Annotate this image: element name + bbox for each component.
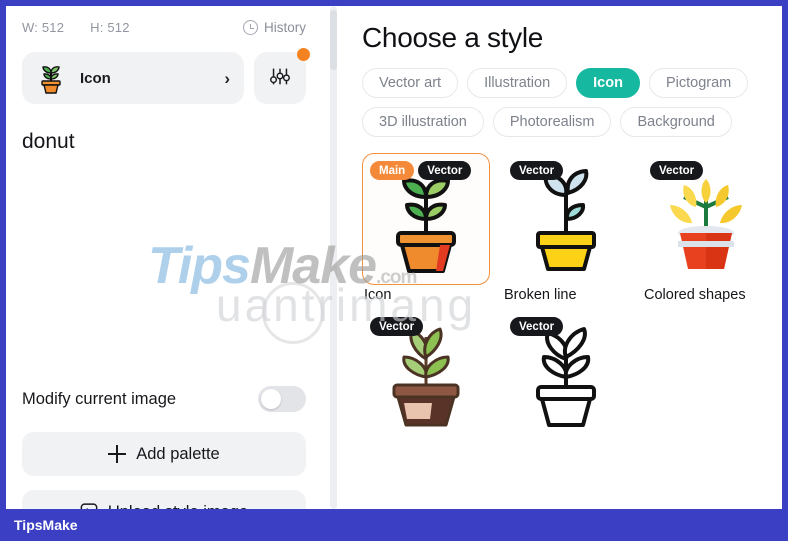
- settings-button[interactable]: [254, 48, 310, 104]
- style-chooser-panel: Choose a style Vector art Illustration I…: [344, 6, 782, 509]
- scrollbar-track[interactable]: [330, 6, 337, 509]
- style-card-outline-thumb[interactable]: Vector: [502, 309, 630, 441]
- style-selector-button[interactable]: Icon ›: [22, 52, 244, 104]
- plus-icon: [108, 445, 127, 463]
- left-control-panel: W: 512 H: 512 History Icon › donut Modif…: [6, 6, 322, 509]
- screen-frame: W: 512 H: 512 History Icon › donut Modif…: [0, 0, 788, 541]
- potted-plant-icon: [36, 62, 66, 94]
- style-category-chips: Vector art Illustration Icon Pictogram 3…: [362, 68, 770, 137]
- style-card-icon-label: Icon: [364, 287, 392, 303]
- app-window: W: 512 H: 512 History Icon › donut Modif…: [6, 6, 782, 509]
- style-card-icon-badges: Main Vector: [370, 161, 472, 180]
- style-card-colored-shapes-badges: Vector: [650, 161, 704, 180]
- chip-illustration[interactable]: Illustration: [467, 68, 568, 98]
- history-label: History: [263, 19, 306, 35]
- badge-vector: Vector: [510, 317, 564, 336]
- footer-bar: TipsMake: [0, 509, 788, 541]
- chip-photorealism[interactable]: Photorealism: [492, 107, 612, 137]
- style-card-icon: Main Vector Icon: [362, 153, 490, 303]
- style-card-broken-line-thumb[interactable]: Vector: [502, 153, 630, 285]
- style-card-outline: Vector: [502, 309, 630, 443]
- panel-divider: [322, 6, 344, 509]
- sliders-icon: [268, 64, 292, 93]
- chip-icon[interactable]: Icon: [576, 68, 640, 98]
- style-card-brown-pot: Vector: [362, 309, 490, 443]
- badge-vector: Vector: [510, 161, 564, 180]
- style-card-grid: Main Vector Icon Vector Broken line Vect…: [362, 153, 770, 443]
- modify-current-image-label: Modify current image: [22, 389, 177, 408]
- add-palette-label: Add palette: [136, 444, 220, 463]
- modify-current-image-row: Modify current image: [22, 386, 306, 412]
- chip-pictogram[interactable]: Pictogram: [648, 68, 749, 98]
- toggle-knob: [261, 389, 281, 409]
- history-button[interactable]: History: [242, 19, 306, 35]
- modify-current-image-toggle[interactable]: [258, 386, 306, 412]
- add-palette-button[interactable]: Add palette: [22, 432, 306, 476]
- chevron-right-icon: ›: [224, 68, 230, 88]
- badge-main: Main: [370, 161, 415, 180]
- height-label: H: 512: [90, 19, 130, 35]
- style-card-broken-line: Vector Broken line: [502, 153, 630, 303]
- scrollbar-thumb[interactable]: [330, 10, 337, 70]
- style-card-broken-line-badges: Vector: [510, 161, 564, 180]
- width-label: W: 512: [22, 19, 65, 35]
- clock-icon: [242, 19, 258, 35]
- style-card-brown-pot-badges: Vector: [370, 317, 424, 336]
- badge-vector: Vector: [650, 161, 704, 180]
- page-title: Choose a style: [362, 22, 544, 53]
- style-card-colored-shapes: Vector Colored shapes: [642, 153, 770, 303]
- badge-vector: Vector: [370, 317, 424, 336]
- upload-style-image-button[interactable]: Upload style image: [22, 490, 306, 509]
- chip-3d-illustration[interactable]: 3D illustration: [362, 107, 484, 137]
- style-card-colored-shapes-label: Colored shapes: [644, 287, 746, 303]
- style-card-outline-badges: Vector: [510, 317, 564, 336]
- chip-background[interactable]: Background: [620, 107, 732, 137]
- style-card-icon-thumb[interactable]: Main Vector: [362, 153, 490, 285]
- style-card-colored-shapes-thumb[interactable]: Vector: [642, 153, 770, 285]
- chip-vector-art[interactable]: Vector art: [362, 68, 459, 98]
- footer-brand-label: TipsMake: [14, 517, 78, 533]
- style-selector-value: Icon: [80, 69, 111, 87]
- image-upload-icon: [80, 501, 98, 509]
- style-card-broken-line-label: Broken line: [504, 287, 577, 303]
- style-row: Icon ›: [22, 48, 310, 104]
- notification-dot: [297, 48, 310, 61]
- style-card-brown-pot-thumb[interactable]: Vector: [362, 309, 490, 441]
- badge-vector: Vector: [418, 161, 472, 180]
- dimensions-row: W: 512 H: 512 History: [22, 6, 306, 48]
- prompt-input[interactable]: donut: [22, 130, 306, 330]
